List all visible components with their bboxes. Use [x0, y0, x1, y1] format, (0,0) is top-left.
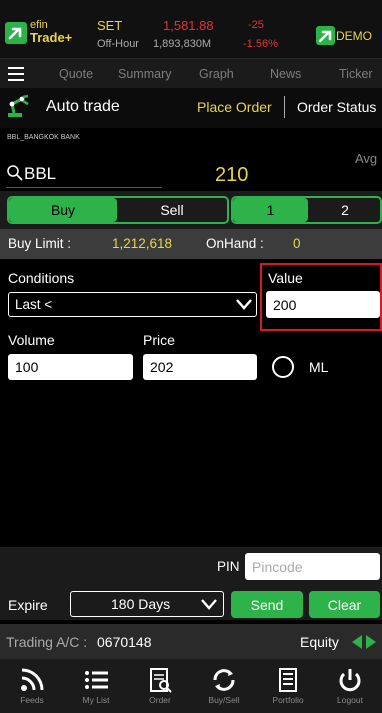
index-change: -25: [248, 19, 264, 31]
symbol-input[interactable]: BBL: [24, 164, 56, 184]
search-icon[interactable]: [6, 164, 24, 182]
chevron-down-icon: [201, 597, 217, 611]
switch-account-arrows-icon[interactable]: [351, 634, 377, 650]
menu-bar: Quote Summary Graph News Ticker: [0, 58, 382, 88]
pin-input[interactable]: Pincode: [245, 553, 380, 580]
nav-feeds[interactable]: Feeds: [0, 659, 64, 713]
expire-select[interactable]: 180 Days: [70, 591, 224, 617]
stock-full-name: BBL_BANGKOK BANK: [7, 134, 80, 141]
index-value: 1,581.88: [163, 18, 214, 33]
value-input[interactable]: 200: [266, 291, 380, 318]
buy-toggle[interactable]: Buy: [9, 198, 117, 222]
volume-label: Volume: [8, 332, 55, 348]
nav-order[interactable]: Order: [128, 659, 192, 713]
nav-buy-sell[interactable]: Buy/Sell: [192, 659, 256, 713]
auto-trade-bar: Auto trade Place Order Order Status: [0, 88, 382, 128]
symbol-underline: [6, 187, 162, 188]
avg-label: Avg: [355, 151, 378, 166]
clear-button[interactable]: Clear: [309, 591, 380, 618]
power-icon: [337, 667, 363, 693]
demo-logo-icon: [316, 26, 335, 45]
nav-portfolio[interactable]: Portfolio: [256, 659, 320, 713]
menu-summary[interactable]: Summary: [118, 67, 171, 81]
market-header: efin Trade+ SET Off-Hour 1,581.88 1,893,…: [0, 0, 382, 58]
demo-label[interactable]: DEMO: [336, 29, 372, 43]
account-type: Equity: [300, 634, 339, 650]
market-session: Off-Hour: [97, 38, 139, 50]
nav-buy-sell-label: Buy/Sell: [208, 695, 240, 705]
account-label: Trading A/C :: [6, 634, 88, 650]
price-label: Price: [143, 332, 175, 348]
brand-tradeplus: Trade+: [30, 30, 73, 45]
conditions-select[interactable]: Last <: [8, 292, 257, 317]
price-input[interactable]: 202: [143, 354, 257, 380]
send-button[interactable]: Send: [231, 591, 303, 618]
volume-input[interactable]: 100: [8, 354, 133, 380]
expire-label: Expire: [8, 597, 48, 613]
pin-label: PIN: [217, 559, 240, 574]
bottom-nav: Feeds My List Order Buy/Sell Portfolio L…: [0, 659, 382, 713]
list-icon: [83, 667, 109, 693]
rss-feed-icon: [19, 667, 45, 693]
market-volume: 1,893,830M: [153, 38, 212, 50]
menu-graph[interactable]: Graph: [199, 67, 234, 81]
buy-limit-label: Buy Limit :: [8, 236, 72, 251]
expire-value: 180 Days: [111, 596, 171, 612]
value-label: Value: [268, 270, 303, 286]
chevron-down-icon: [236, 297, 252, 311]
symbol-price: 210: [215, 164, 249, 186]
account-number: 0670148: [97, 634, 152, 650]
place-order-link[interactable]: Place Order: [197, 99, 272, 115]
tab-divider: [284, 96, 285, 118]
portfolio-icon: [275, 667, 301, 693]
nav-portfolio-label: Portfolio: [272, 695, 304, 705]
order-document-icon: [147, 667, 173, 693]
menu-quote[interactable]: Quote: [59, 67, 93, 81]
ml-label: ML: [309, 359, 329, 375]
nav-logout[interactable]: Logout: [318, 659, 382, 713]
ml-radio[interactable]: [272, 356, 294, 378]
sell-toggle[interactable]: Sell: [117, 198, 227, 222]
robot-arm-icon: [6, 94, 34, 118]
market-name: SET: [97, 18, 123, 33]
order-status-link[interactable]: Order Status: [297, 99, 376, 115]
nav-logout-label: Logout: [337, 695, 363, 705]
buy-sell-icon: [211, 667, 237, 693]
auto-trade-title: Auto trade: [46, 98, 120, 115]
conditions-selected: Last <: [15, 297, 53, 312]
efin-logo-icon: [5, 22, 27, 44]
nav-my-list-label: My List: [82, 695, 110, 705]
slot-2-toggle[interactable]: 2: [308, 198, 382, 222]
nav-order-label: Order: [149, 695, 171, 705]
slot-1-toggle[interactable]: 1: [233, 198, 308, 222]
onhand-label: OnHand :: [206, 236, 264, 251]
index-change-pct: -1.56%: [243, 38, 278, 50]
menu-news[interactable]: News: [270, 67, 301, 81]
buy-limit-value: 1,212,618: [112, 236, 173, 251]
nav-my-list[interactable]: My List: [64, 659, 128, 713]
nav-feeds-label: Feeds: [20, 695, 44, 705]
onhand-value: 0: [293, 236, 301, 251]
hamburger-menu-icon[interactable]: [8, 67, 24, 81]
menu-ticker[interactable]: Ticker: [339, 67, 373, 81]
conditions-label: Conditions: [8, 270, 75, 286]
